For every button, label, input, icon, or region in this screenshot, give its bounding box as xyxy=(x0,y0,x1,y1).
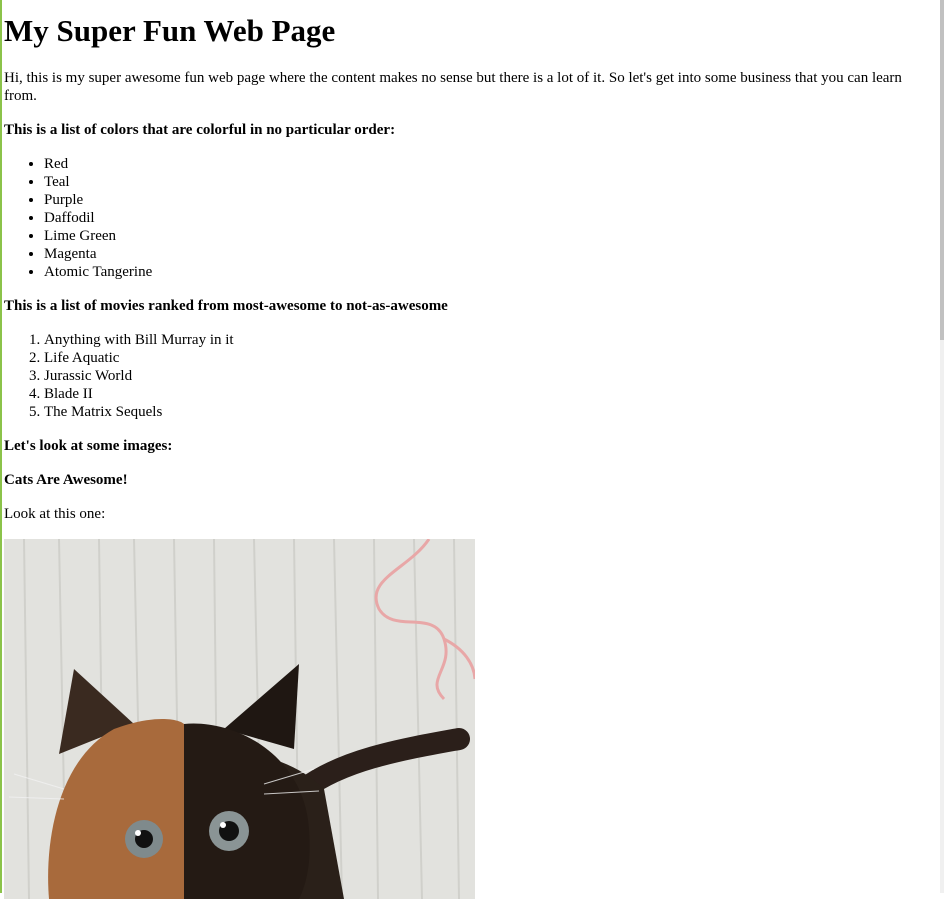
cat-photo xyxy=(4,539,475,899)
cats-subheading: Cats Are Awesome! xyxy=(4,472,128,488)
list-item: Jurassic World xyxy=(44,367,930,385)
intro-paragraph: Hi, this is my super awesome fun web pag… xyxy=(4,70,902,104)
image-caption: Look at this one: xyxy=(4,506,106,522)
movies-list: Anything with Bill Murray in it Life Aqu… xyxy=(4,331,930,421)
page-content: My Super Fun Web Page Hi, this is my sup… xyxy=(4,0,930,899)
colors-heading: This is a list of colors that are colorf… xyxy=(4,122,396,138)
list-item: Red xyxy=(44,155,930,173)
scrollbar-thumb[interactable] xyxy=(940,0,944,340)
list-item: Daffodil xyxy=(44,209,930,227)
list-item: Magenta xyxy=(44,245,930,263)
movies-heading: This is a list of movies ranked from mos… xyxy=(4,298,448,314)
page-title: My Super Fun Web Page xyxy=(4,13,336,48)
list-item: The Matrix Sequels xyxy=(44,403,930,421)
list-item: Atomic Tangerine xyxy=(44,263,930,281)
list-item: Anything with Bill Murray in it xyxy=(44,331,930,349)
list-item: Lime Green xyxy=(44,227,930,245)
list-item: Life Aquatic xyxy=(44,349,930,367)
list-item: Teal xyxy=(44,173,930,191)
page-scrollbar[interactable] xyxy=(940,0,944,893)
list-item: Purple xyxy=(44,191,930,209)
images-heading: Let's look at some images: xyxy=(4,438,173,454)
page-left-edge xyxy=(0,0,2,893)
list-item: Blade II xyxy=(44,385,930,403)
colors-list: Red Teal Purple Daffodil Lime Green Mage… xyxy=(4,155,930,281)
